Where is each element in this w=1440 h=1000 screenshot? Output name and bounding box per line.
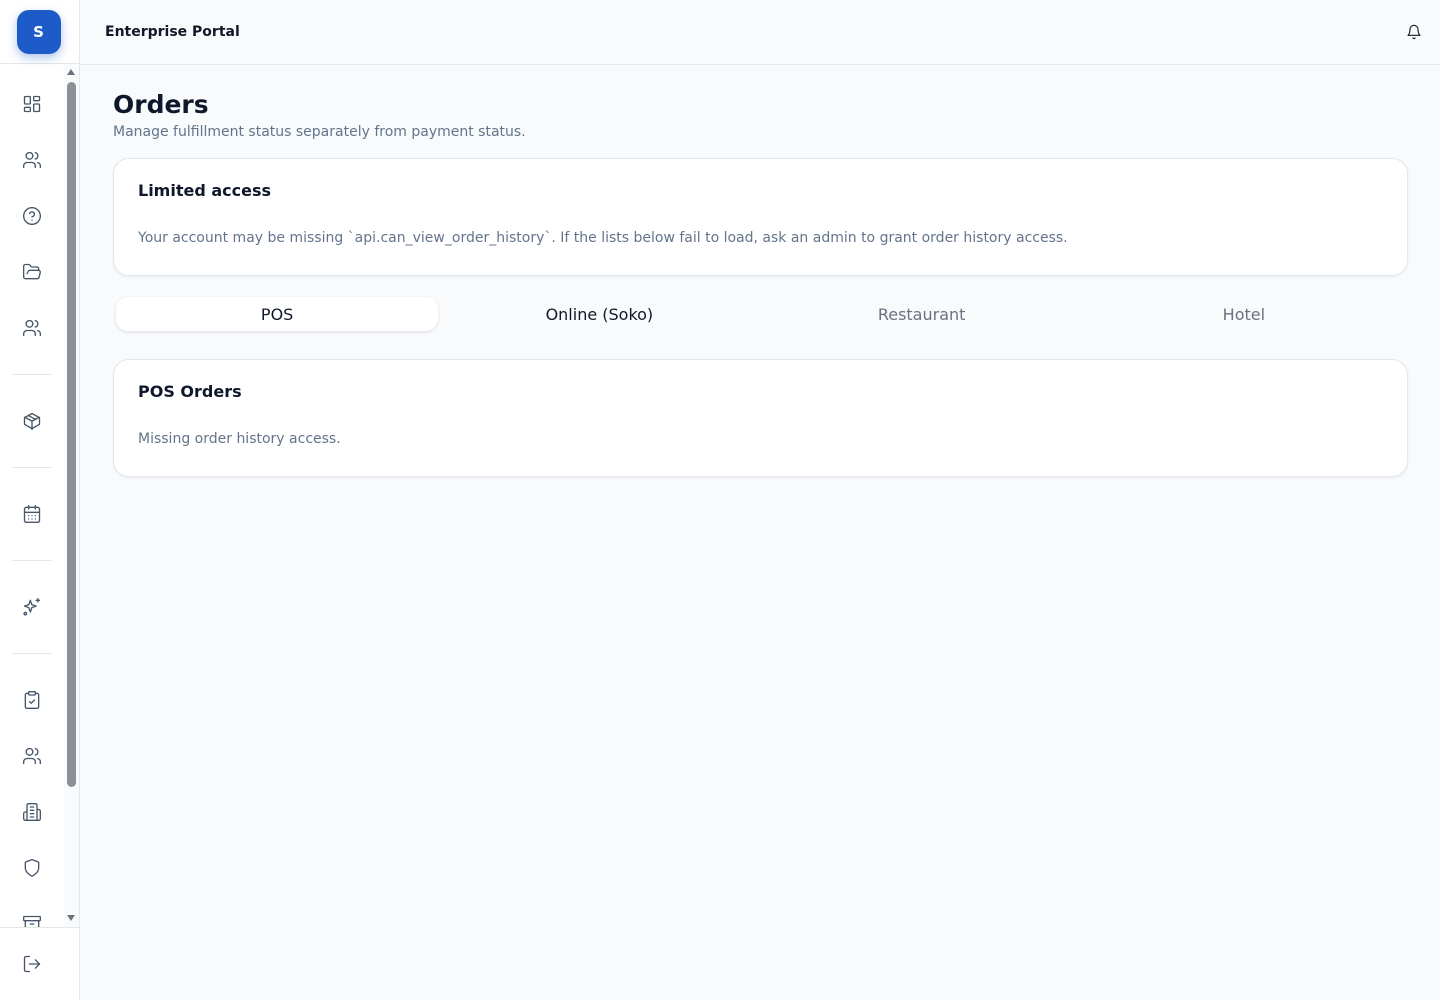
package-icon xyxy=(23,412,41,430)
pos-orders-card: POS Orders Missing order history access. xyxy=(113,359,1408,477)
building-icon xyxy=(23,803,41,821)
sidebar-header: S xyxy=(0,0,79,64)
scroll-down-icon[interactable] xyxy=(67,915,75,921)
sidebar-divider xyxy=(12,467,52,468)
sidebar-item-organization[interactable] xyxy=(0,784,64,840)
sidebar-item-team[interactable] xyxy=(0,300,64,356)
sidebar-item-ai[interactable] xyxy=(0,579,64,635)
sidebar-item-security[interactable] xyxy=(0,840,64,896)
sidebar-divider xyxy=(12,560,52,561)
sparkles-icon xyxy=(23,598,41,616)
sidebar: S xyxy=(0,0,80,1000)
sidebar-footer xyxy=(0,927,79,1000)
limited-access-title: Limited access xyxy=(138,181,272,200)
pos-orders-message: Missing order history access. xyxy=(138,431,341,447)
sidebar-item-products[interactable] xyxy=(0,393,64,449)
dashboard-icon xyxy=(23,95,41,113)
sidebar-item-dashboard[interactable] xyxy=(0,76,64,132)
sidebar-scrollbar[interactable] xyxy=(64,64,79,927)
help-circle-icon xyxy=(23,207,41,225)
shield-icon xyxy=(24,859,40,877)
sidebar-item-files[interactable] xyxy=(0,244,64,300)
sidebar-item-tasks[interactable] xyxy=(0,672,64,728)
tab-online-soko[interactable]: Online (Soko) xyxy=(438,297,760,331)
app-title: Enterprise Portal xyxy=(105,24,240,40)
sidebar-item-users[interactable] xyxy=(0,132,64,188)
sidebar-nav xyxy=(0,64,64,927)
app-logo[interactable]: S xyxy=(16,9,61,54)
page-title: Orders xyxy=(113,90,209,119)
sidebar-divider xyxy=(12,653,52,654)
order-source-tabs: POS Online (Soko) Restaurant Hotel xyxy=(113,296,1408,332)
calendar-icon xyxy=(23,505,41,523)
sidebar-item-archive[interactable] xyxy=(0,896,64,927)
top-header: Enterprise Portal xyxy=(80,0,1440,65)
bell-icon xyxy=(1407,24,1421,40)
archive-icon xyxy=(23,915,41,927)
sidebar-item-calendar[interactable] xyxy=(0,486,64,542)
scroll-thumb[interactable] xyxy=(67,82,76,787)
scroll-up-icon[interactable] xyxy=(67,69,75,75)
sidebar-divider xyxy=(12,374,52,375)
page-subtitle: Manage fulfillment status separately fro… xyxy=(113,124,526,140)
sidebar-item-customers[interactable] xyxy=(0,728,64,784)
users-icon xyxy=(23,319,41,337)
users-icon xyxy=(23,747,41,765)
logout-icon xyxy=(23,955,41,973)
notifications-button[interactable] xyxy=(1403,21,1425,43)
folder-open-icon xyxy=(23,263,41,280)
limited-access-message: Your account may be missing `api.can_vie… xyxy=(138,230,1068,246)
tab-pos[interactable]: POS xyxy=(116,297,439,331)
pos-orders-title: POS Orders xyxy=(138,382,242,401)
limited-access-card: Limited access Your account may be missi… xyxy=(113,158,1408,276)
logout-button[interactable] xyxy=(0,936,64,992)
users-icon xyxy=(23,151,41,169)
main-content: Orders Manage fulfillment status separat… xyxy=(113,65,1408,477)
tab-restaurant[interactable]: Restaurant xyxy=(761,297,1083,331)
clipboard-check-icon xyxy=(24,691,40,709)
sidebar-item-help[interactable] xyxy=(0,188,64,244)
tab-hotel[interactable]: Hotel xyxy=(1083,297,1405,331)
